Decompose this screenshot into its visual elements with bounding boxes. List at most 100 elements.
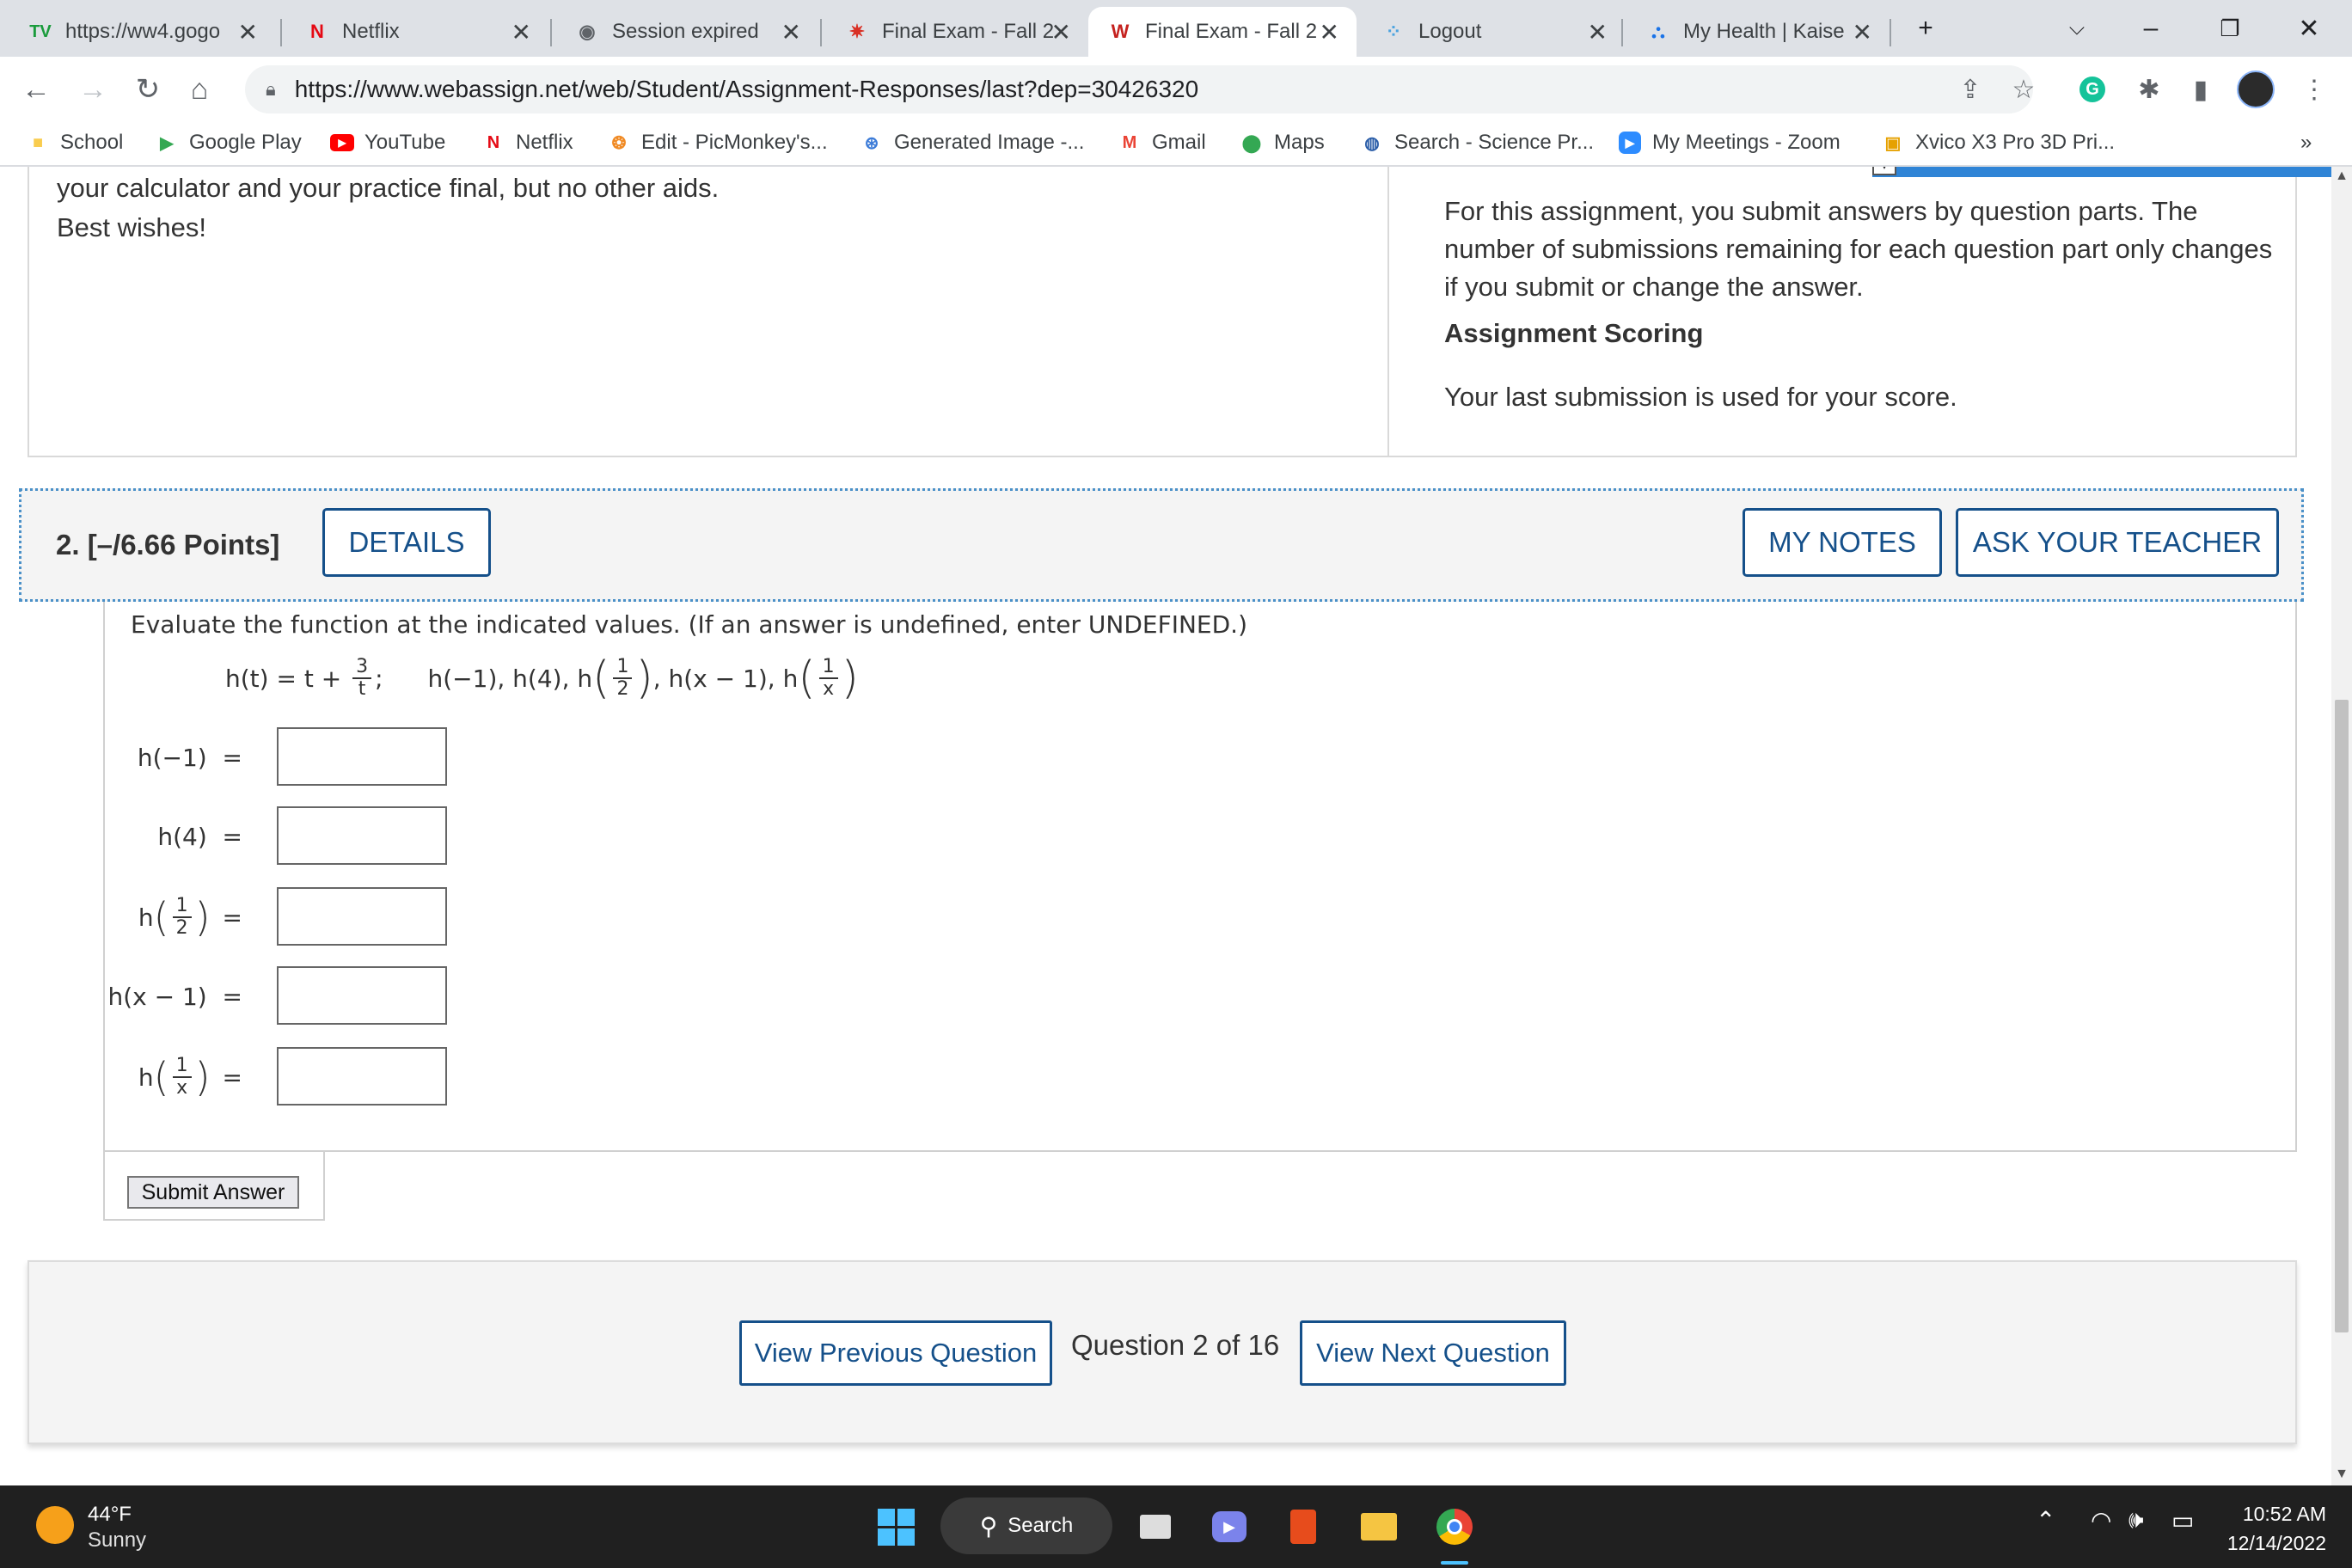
bookmark-netflix[interactable]: N Netflix [481, 127, 573, 158]
tray-chevron-up-icon[interactable]: ⌃ [2036, 1506, 2055, 1534]
chrome-icon[interactable] [1430, 1503, 1479, 1551]
view-previous-question-button[interactable]: View Previous Question [739, 1320, 1052, 1386]
scroll-down-arrow-icon[interactable]: ▼ [2331, 1467, 2352, 1482]
tab-my-health[interactable]: ⛬ My Health | Kaise ✕ [1626, 7, 1890, 57]
bookmark-picmonkey[interactable]: ❂ Edit - PicMonkey's... [607, 127, 828, 158]
home-icon[interactable]: ⌂ [179, 69, 220, 110]
scroll-up-arrow-icon[interactable]: ▲ [2331, 168, 2352, 184]
extensions-puzzle-icon[interactable]: ✱ [2128, 69, 2170, 110]
tab-final-exam-active[interactable]: W Final Exam - Fall 2 ✕ [1088, 7, 1357, 57]
close-icon[interactable]: ✕ [1320, 18, 1339, 46]
wifi-icon[interactable]: ◠ [2091, 1506, 2111, 1534]
close-icon[interactable]: ✕ [1588, 18, 1608, 46]
answer-input-h-x-minus-1[interactable] [277, 966, 447, 1025]
lock-icon[interactable]: 🔒︎ [266, 78, 276, 101]
bookmark-gmail[interactable]: M Gmail [1118, 127, 1206, 158]
taskbar-search-button[interactable]: ⚲ Search [940, 1498, 1112, 1554]
teams-chat-icon[interactable]: ▶ [1205, 1503, 1253, 1551]
tab-netflix[interactable]: N Netflix ✕ [285, 7, 548, 57]
share-icon[interactable]: ⇪ [1950, 69, 1991, 110]
forward-arrow-icon[interactable]: → [72, 69, 113, 110]
scrollbar-thumb[interactable] [2335, 700, 2349, 1332]
function-definition: h(t) = t + 3 t ; h(−1), h(4), h ( 1 2 ) … [225, 652, 859, 704]
panel-divider [1387, 167, 1389, 457]
answer-input-h-half[interactable] [277, 887, 447, 946]
page-content: your calculator and your practice final,… [0, 167, 2331, 1485]
grammarly-icon[interactable]: G [2072, 69, 2113, 110]
new-tab-button[interactable]: + [1891, 0, 1960, 57]
system-clock[interactable]: 10:52 AM 12/14/2022 [2227, 1499, 2326, 1558]
answer-row-h-half: h ( 1 2 ) = [120, 887, 464, 947]
close-icon[interactable]: ✕ [511, 18, 531, 46]
windows-start-icon[interactable] [872, 1503, 920, 1551]
bookmark-google-play[interactable]: ▶ Google Play [155, 127, 301, 158]
tab-strip: TV https://ww4.gogo ✕ N Netflix ✕ ◉ Sess… [0, 0, 2352, 57]
answer-label: h(4) = [157, 822, 242, 851]
answer-label: h(−1) = [137, 743, 242, 772]
reload-icon[interactable]: ↻ [127, 69, 168, 110]
bookmark-youtube[interactable]: ▶ YouTube [330, 127, 445, 158]
my-notes-button[interactable]: MY NOTES [1743, 508, 1942, 577]
close-icon[interactable]: ✕ [1051, 18, 1071, 46]
profile-avatar[interactable] [2235, 69, 2276, 110]
answer-input-h-neg1[interactable] [277, 727, 447, 786]
info-panel-blue-bar [1872, 167, 2331, 177]
question-header: 2. [–/6.66 Points] DETAILS MY NOTES ASK … [19, 488, 2304, 602]
ask-your-teacher-button[interactable]: ASK YOUR TEACHER [1956, 508, 2279, 577]
dots-icon: ⁘ [1385, 21, 1402, 42]
fraction-3-over-t: 3 t [352, 657, 372, 700]
close-icon[interactable]: ✕ [781, 18, 801, 46]
small-dropdown-toggle[interactable]: ▾ [1872, 167, 1896, 175]
view-next-question-button[interactable]: View Next Question [1300, 1320, 1566, 1386]
bookmark-science[interactable]: ◍ Search - Science Pr... [1360, 127, 1594, 158]
answer-row-h-x-minus-1: h(x − 1) = [107, 966, 464, 1026]
globe-icon: ◉ [579, 21, 596, 42]
office-icon[interactable] [1279, 1503, 1327, 1551]
answer-row-h-inv-x: h ( 1 x ) = [120, 1047, 464, 1107]
sun-icon[interactable] [36, 1506, 74, 1544]
side-panel-icon[interactable]: ▮ [2180, 69, 2221, 110]
answer-input-h-4[interactable] [277, 806, 447, 865]
netflix-icon: N [310, 21, 324, 42]
address-bar[interactable]: 🔒︎ https://www.webassign.net/web/Student… [245, 65, 2033, 113]
tab-search-chevron-icon[interactable]: ⌵ [2043, 0, 2111, 57]
answer-input-h-inv-x[interactable] [277, 1047, 447, 1106]
close-icon[interactable]: ✕ [238, 18, 258, 46]
fraction-1-over-x: 1 x [818, 657, 838, 700]
file-explorer-icon[interactable] [1355, 1503, 1403, 1551]
weather-temperature[interactable]: 44°F [88, 1503, 132, 1527]
question-prompt: Evaluate the function at the indicated v… [131, 610, 1247, 639]
bookmarks-overflow-button[interactable]: » [2300, 127, 2312, 158]
answer-row-h-neg1: h(−1) = [120, 727, 464, 787]
tab-logout[interactable]: ⁘ Logout ✕ [1362, 7, 1625, 57]
bookmark-star-icon[interactable]: ☆ [2003, 69, 2044, 110]
tab-final-exam-1[interactable]: ✷ Final Exam - Fall 2 ✕ [825, 7, 1088, 57]
close-icon[interactable]: ✕ [1853, 18, 1872, 46]
submit-answer-button[interactable]: Submit Answer [127, 1176, 299, 1209]
page-scrollbar[interactable]: ▲ ▼ [2331, 167, 2352, 1485]
scoring-heading: Assignment Scoring [1444, 318, 1704, 348]
picmonkey-icon: ❂ [611, 133, 627, 153]
bookmark-school[interactable]: ■ School [26, 127, 123, 158]
question-counter: Question 2 of 16 [1071, 1329, 1280, 1361]
details-button[interactable]: DETAILS [322, 508, 491, 577]
bookmark-xvico[interactable]: ▣ Xvico X3 Pro 3D Pri... [1881, 127, 2116, 158]
menu-kebab-icon[interactable]: ⋮ [2294, 69, 2335, 110]
battery-icon[interactable]: ▭ [2171, 1506, 2194, 1534]
restore-button[interactable]: ❐ [2196, 0, 2264, 57]
webassign-icon: W [1111, 21, 1130, 42]
minimize-button[interactable]: – [2116, 0, 2185, 57]
bookmark-generated-image[interactable]: ⊛ Generated Image -... [860, 127, 1085, 158]
task-view-icon[interactable] [1131, 1503, 1179, 1551]
tab-separator [820, 19, 822, 46]
bookmark-maps[interactable]: ⬤ Maps [1240, 127, 1325, 158]
bookmark-zoom[interactable]: ▶ My Meetings - Zoom [1618, 127, 1841, 158]
tv-icon: TV [29, 21, 52, 41]
tab-session-expired[interactable]: ◉ Session expired ✕ [555, 7, 818, 57]
weather-description[interactable]: Sunny [88, 1528, 146, 1553]
back-arrow-icon[interactable]: ← [15, 69, 57, 110]
tab-gogo[interactable]: TV https://ww4.gogo ✕ [9, 7, 275, 57]
youtube-icon: ▶ [330, 131, 354, 155]
close-window-button[interactable]: ✕ [2275, 0, 2343, 57]
volume-icon[interactable]: 🕪︎ [2128, 1506, 2144, 1534]
